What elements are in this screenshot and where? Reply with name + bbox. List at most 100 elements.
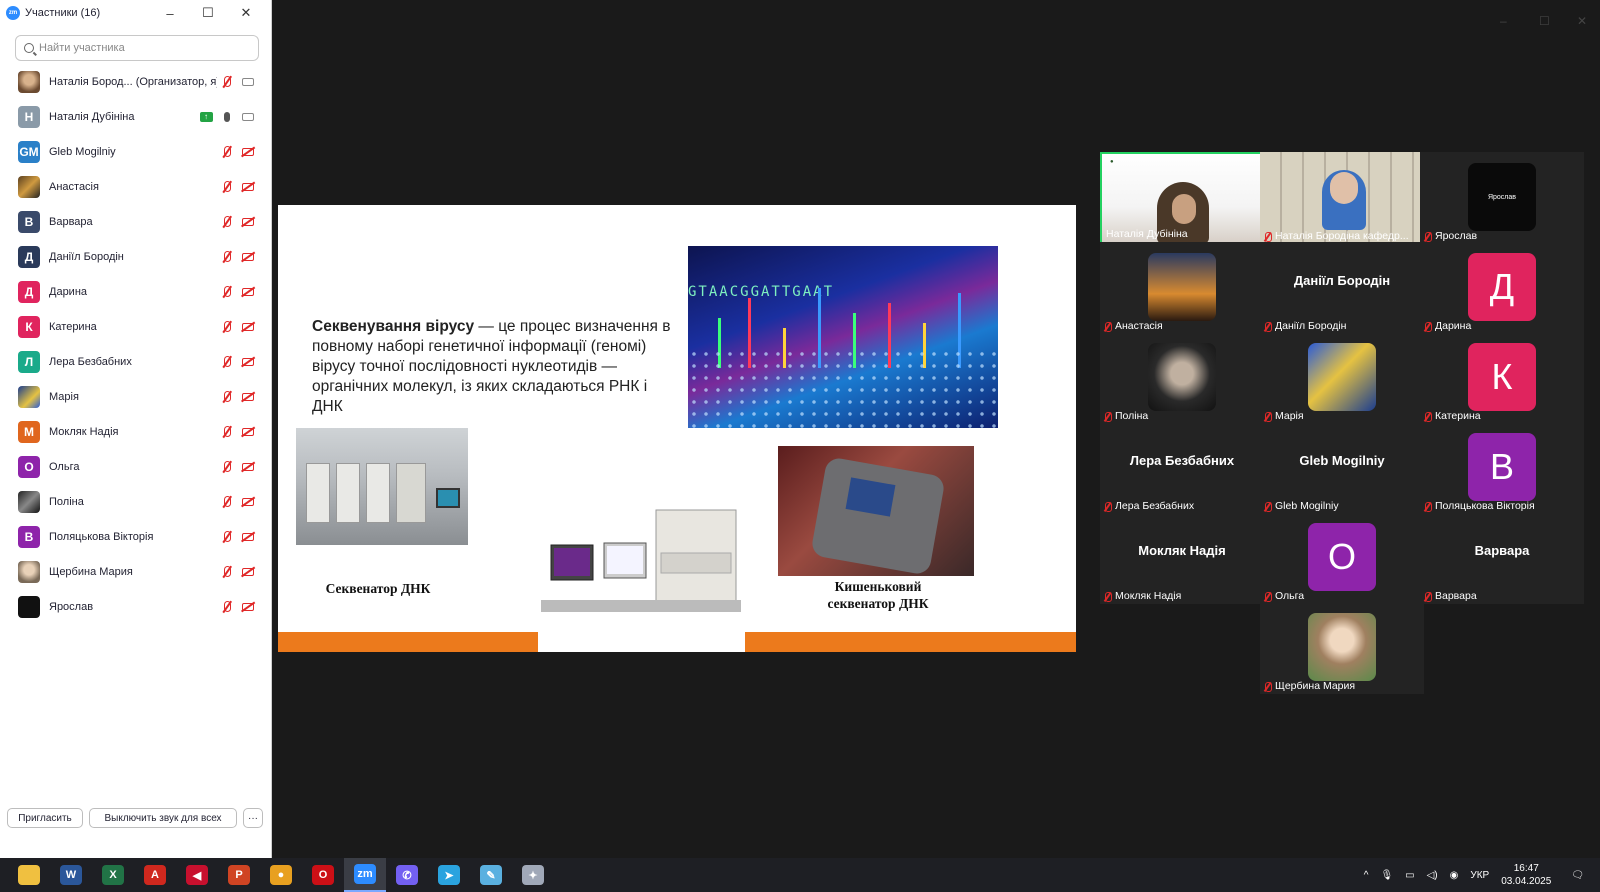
video-tile[interactable]: Gleb Mogilniy Gleb Mogilniy — [1260, 422, 1424, 514]
video-tile[interactable]: ● Наталія Дубініна — [1100, 152, 1264, 244]
mic-muted-icon[interactable] — [217, 390, 237, 404]
participant-row[interactable]: М Мокляк Надія — [0, 414, 272, 449]
participant-row[interactable]: Наталія Бород... (Организатор, я) — [0, 64, 272, 99]
participant-list: Наталія Бород... (Организатор, я) Н Наталі… — [0, 64, 272, 624]
video-tile[interactable]: Лера Безбабних Лера Безбабних — [1100, 422, 1264, 514]
participant-row[interactable]: В Варвара — [0, 204, 272, 239]
maximize-window-button[interactable]: ☐ — [1539, 14, 1550, 28]
chrome-icon[interactable]: ● — [260, 858, 302, 892]
mic-icon[interactable] — [217, 110, 237, 124]
clock[interactable]: 16:47 03.04.2025 — [1501, 862, 1551, 888]
video-tile[interactable]: О Ольга — [1260, 512, 1424, 604]
video-tile[interactable]: Варвара Варвара — [1420, 512, 1584, 604]
slide-term: Секвенування вірусу — [312, 318, 475, 335]
acrobat-icon[interactable]: A — [134, 858, 176, 892]
invite-button[interactable]: Пригласить — [7, 808, 83, 828]
network-icon[interactable]: ▭ — [1405, 870, 1414, 881]
video-tile[interactable]: Мокляк Надія Мокляк Надія — [1100, 512, 1264, 604]
mic-muted-icon[interactable] — [217, 565, 237, 579]
mic-muted-icon[interactable] — [217, 355, 237, 369]
close-window-button[interactable]: ✕ — [1577, 14, 1587, 28]
participant-row[interactable]: Д Дарина — [0, 274, 272, 309]
viber-icon[interactable]: ✆ — [386, 858, 428, 892]
show-hidden-icons-icon[interactable]: ^ — [1364, 870, 1369, 881]
taskbar-app-glyph: ◀ — [186, 865, 208, 885]
word-icon[interactable]: W — [50, 858, 92, 892]
participant-name: Ярослав — [49, 600, 94, 613]
close-button[interactable]: ✕ — [227, 0, 265, 26]
participant-row[interactable]: К Катерина — [0, 309, 272, 344]
camera-off-icon — [238, 495, 258, 509]
mic-muted-icon[interactable] — [217, 75, 237, 89]
participant-row[interactable]: GM Gleb Mogilniy — [0, 134, 272, 169]
video-tile[interactable]: К Катерина — [1420, 332, 1584, 424]
taskbar-app-glyph: P — [228, 865, 250, 885]
camera-off-icon — [238, 180, 258, 194]
search-input[interactable]: Найти участника — [15, 35, 259, 61]
tile-name-label: Катерина — [1424, 410, 1481, 422]
video-tile[interactable]: Щербина Мария — [1260, 602, 1424, 694]
participant-row[interactable]: О Ольга — [0, 449, 272, 484]
tile-name: Наталія Бородіна кафедр... — [1275, 230, 1409, 242]
video-tile[interactable]: Марія — [1260, 332, 1424, 424]
zoom-icon[interactable]: zm — [344, 858, 386, 892]
mic-muted-icon — [1264, 321, 1272, 332]
mic-muted-icon[interactable] — [217, 285, 237, 299]
mic-muted-icon — [1104, 411, 1112, 422]
mic-muted-icon[interactable] — [217, 215, 237, 229]
mic-muted-icon[interactable] — [217, 495, 237, 509]
more-button[interactable]: ··· — [243, 808, 263, 828]
telegram-icon[interactable]: ➤ — [428, 858, 470, 892]
mic-muted-icon[interactable] — [217, 250, 237, 264]
maximize-button[interactable]: ☐ — [189, 0, 227, 26]
tile-name: Дарина — [1435, 320, 1472, 332]
notifications-icon[interactable]: 🗨︎ — [1571, 870, 1584, 881]
video-tile[interactable]: В Поляцькова Вікторія — [1420, 422, 1584, 514]
mic-muted-icon[interactable] — [217, 145, 237, 159]
video-tile[interactable]: Наталія Бородіна кафедр... — [1260, 152, 1424, 244]
participant-display-name: Gleb Mogilniy — [1299, 452, 1385, 468]
shared-slide: Секвенування вірусу — це процес визначен… — [278, 205, 1076, 652]
participant-row[interactable]: Щербина Мария — [0, 554, 272, 589]
participant-row[interactable]: Н Наталія Дубініна ↑ — [0, 99, 272, 134]
minimize-window-button[interactable]: – — [1500, 14, 1507, 28]
video-tile[interactable]: Д Дарина — [1420, 242, 1584, 334]
mic-muted-icon[interactable] — [217, 530, 237, 544]
participant-display-name: Лера Безбабних — [1129, 452, 1235, 468]
file-explorer-icon[interactable] — [8, 858, 50, 892]
video-tile[interactable]: Анастасія — [1100, 242, 1264, 334]
tile-name-label: Ольга — [1264, 590, 1304, 602]
status-icon[interactable]: ◉ — [1450, 870, 1459, 881]
participant-row[interactable]: Поліна — [0, 484, 272, 519]
participant-row[interactable]: Марія — [0, 379, 272, 414]
camera-off-icon — [238, 285, 258, 299]
excel-icon[interactable]: X — [92, 858, 134, 892]
video-tile[interactable]: Даніїл Бородін Даніїл Бородін — [1260, 242, 1424, 334]
anydesk-icon[interactable]: ◀ — [176, 858, 218, 892]
app-icon[interactable]: ✦ — [512, 858, 554, 892]
mic-muted-icon[interactable] — [217, 600, 237, 614]
language-indicator[interactable]: УКР — [1470, 870, 1489, 881]
volume-icon[interactable]: ◁) — [1427, 870, 1438, 881]
participant-row[interactable]: В Поляцькова Вікторія — [0, 519, 272, 554]
participant-row[interactable]: Анастасія — [0, 169, 272, 204]
mute-all-button[interactable]: Выключить звук для всех — [89, 808, 237, 828]
mic-muted-icon[interactable] — [217, 425, 237, 439]
taskbar-app-glyph: ✦ — [522, 865, 544, 885]
powerpoint-icon[interactable]: P — [218, 858, 260, 892]
minimize-button[interactable]: – — [151, 0, 189, 26]
paint-icon[interactable]: ✎ — [470, 858, 512, 892]
microphone-icon[interactable]: 🎙︎ — [1380, 870, 1393, 881]
screen-share-icon: ↑ — [196, 110, 216, 124]
video-tile[interactable]: Поліна — [1100, 332, 1264, 424]
participant-name: Варвара — [49, 215, 93, 228]
participant-row[interactable]: Ярослав — [0, 589, 272, 624]
video-tile[interactable]: Ярослав Ярослав — [1420, 152, 1584, 244]
opera-icon[interactable]: O — [302, 858, 344, 892]
mic-muted-icon[interactable] — [217, 460, 237, 474]
mic-muted-icon[interactable] — [217, 320, 237, 334]
mic-muted-icon[interactable] — [217, 180, 237, 194]
participant-row[interactable]: Л Лера Безбабних — [0, 344, 272, 379]
participant-row[interactable]: Д Даніїл Бородін — [0, 239, 272, 274]
avatar — [1148, 343, 1216, 411]
